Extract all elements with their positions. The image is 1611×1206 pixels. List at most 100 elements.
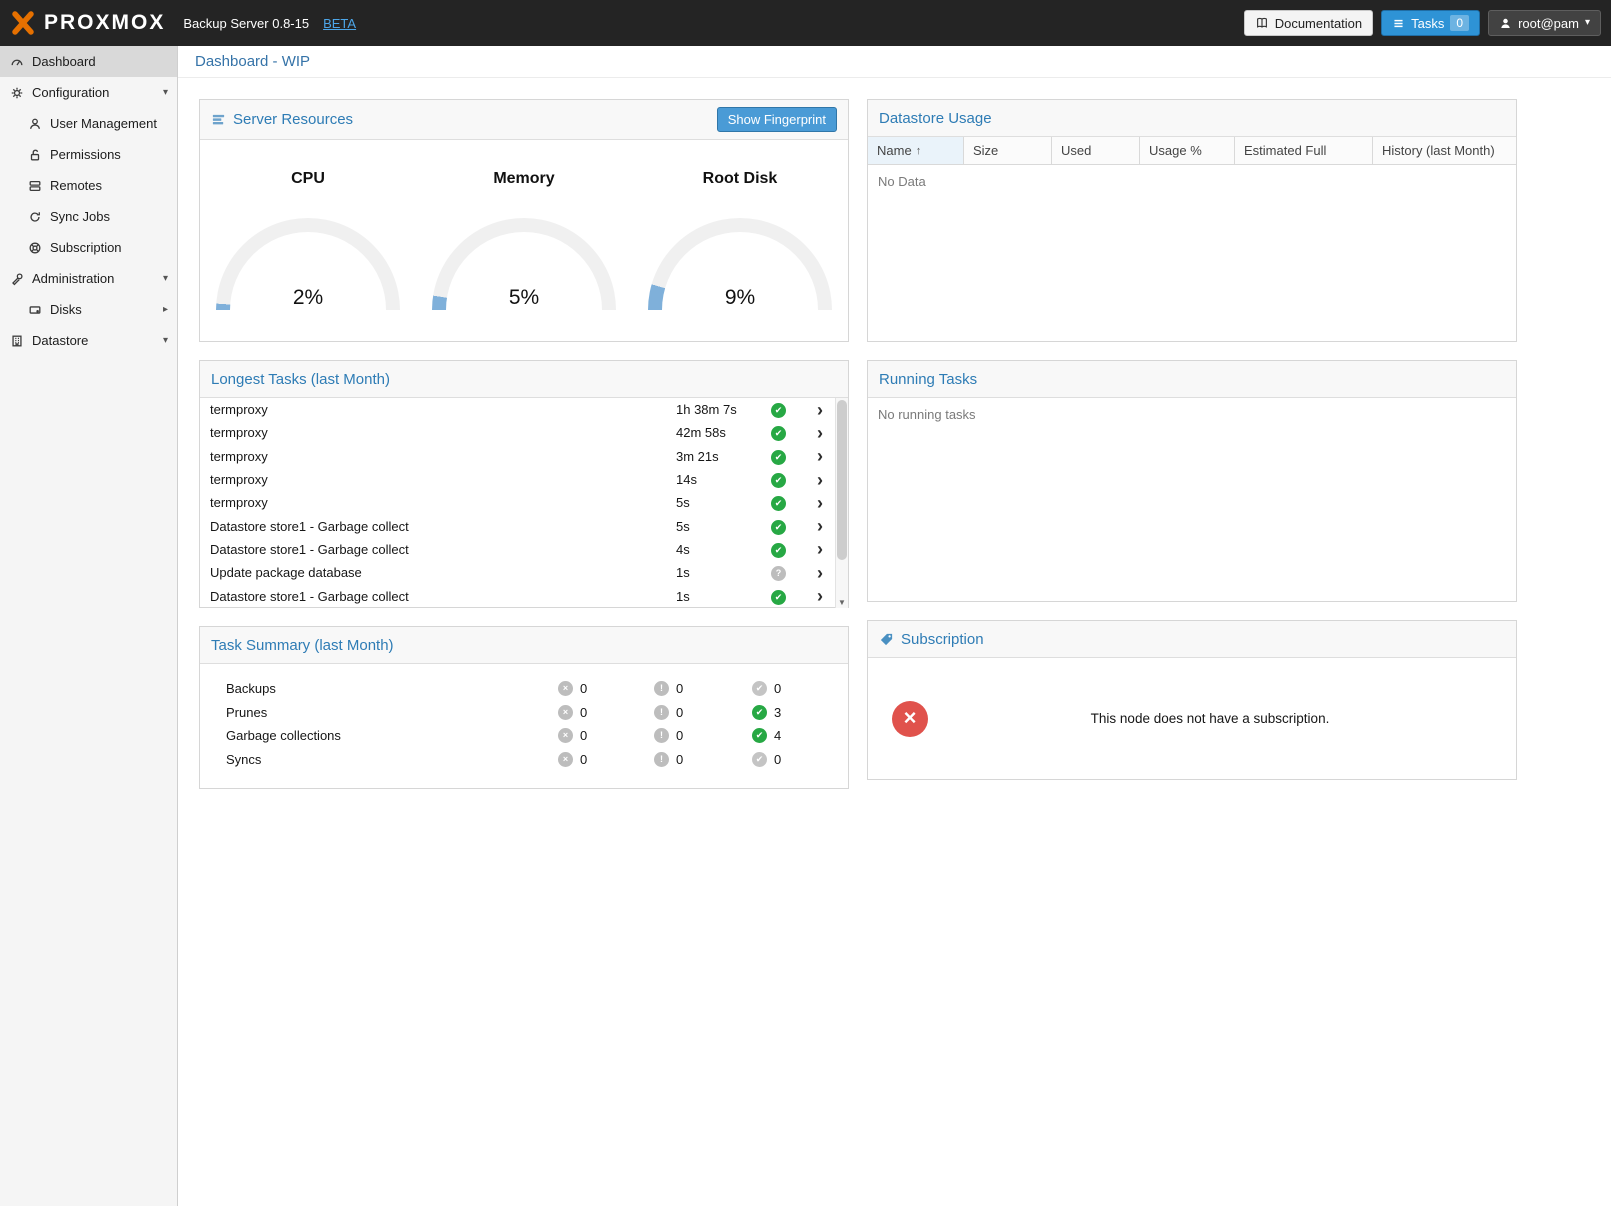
- chevron-right-icon[interactable]: ›: [811, 471, 829, 489]
- sidebar-item-remotes[interactable]: Remotes: [0, 170, 177, 201]
- datastore-usage-header: Datastore Usage: [868, 100, 1516, 137]
- task-summary-header: Task Summary (last Month): [200, 627, 848, 664]
- task-name: termproxy: [210, 402, 676, 417]
- beta-link[interactable]: BETA: [323, 16, 356, 31]
- unlock-icon: [27, 147, 42, 162]
- gauges-row: CPU 2% Memory 5: [200, 140, 848, 312]
- error-count: 0: [580, 752, 587, 767]
- column-header-used[interactable]: Used: [1052, 137, 1140, 164]
- chevron-right-icon[interactable]: ›: [811, 447, 829, 465]
- resource-bars-icon: [211, 112, 226, 127]
- cpu-gauge-box: CPU 2%: [208, 170, 408, 312]
- task-row[interactable]: Datastore store1 - Garbage collect 5s ✔ …: [200, 514, 835, 537]
- chevron-right-icon[interactable]: ›: [811, 424, 829, 442]
- sidebar-item-label: Subscription: [50, 240, 122, 255]
- sidebar-item-subscription[interactable]: Subscription: [0, 232, 177, 263]
- column-label: Size: [973, 143, 998, 158]
- task-row[interactable]: termproxy 42m 58s ✔ ›: [200, 421, 835, 444]
- chevron-right-icon[interactable]: ›: [811, 494, 829, 512]
- ok-count: 0: [774, 752, 781, 767]
- task-status-icon: ✔: [771, 403, 786, 418]
- ok-count: 0: [774, 681, 781, 696]
- life-ring-icon: [27, 240, 42, 255]
- task-row[interactable]: Datastore store1 - Garbage collect 4s ✔ …: [200, 538, 835, 561]
- cpu-gauge-label: CPU: [208, 170, 408, 188]
- column-header-name[interactable]: Name ↑: [868, 137, 964, 164]
- task-row[interactable]: termproxy 3m 21s ✔ ›: [200, 445, 835, 468]
- sidebar-item-disks[interactable]: Disks ▸: [0, 294, 177, 325]
- sidebar-item-user-management[interactable]: User Management: [0, 108, 177, 139]
- chevron-down-icon[interactable]: ▾: [163, 87, 168, 98]
- sidebar-item-permissions[interactable]: Permissions: [0, 139, 177, 170]
- chevron-down-icon[interactable]: ▾: [163, 273, 168, 284]
- task-row[interactable]: Datastore store1 - Garbage collect 1s ✔ …: [200, 584, 835, 607]
- chevron-right-icon[interactable]: ›: [811, 564, 829, 582]
- task-row[interactable]: termproxy 14s ✔ ›: [200, 468, 835, 491]
- task-duration: 1s: [676, 589, 771, 604]
- task-duration: 3m 21s: [676, 449, 771, 464]
- chevron-right-icon[interactable]: ▸: [163, 304, 168, 315]
- subscription-header: Subscription: [868, 621, 1516, 658]
- ok-icon: ✔: [752, 705, 767, 720]
- task-status-icon: ✔: [771, 426, 786, 441]
- memory-gauge-box: Memory 5%: [424, 170, 624, 312]
- datastore-usage-panel: Datastore Usage Name ↑ Size Used Usage %…: [867, 99, 1517, 342]
- task-name: Update package database: [210, 565, 676, 580]
- summary-label: Backups: [226, 681, 558, 696]
- datastore-usage-empty-text: No Data: [868, 165, 1516, 341]
- sidebar-item-label: User Management: [50, 116, 157, 131]
- warning-icon: !: [654, 681, 669, 696]
- column-header-estimated-full[interactable]: Estimated Full: [1235, 137, 1373, 164]
- task-name: termproxy: [210, 472, 676, 487]
- task-name: Datastore store1 - Garbage collect: [210, 589, 676, 604]
- column-header-usage-percent[interactable]: Usage %: [1140, 137, 1235, 164]
- chevron-right-icon[interactable]: ›: [811, 401, 829, 419]
- server-stack-icon: [27, 178, 42, 193]
- task-duration: 14s: [676, 472, 771, 487]
- column-label: Usage %: [1149, 143, 1202, 158]
- column-header-history[interactable]: History (last Month): [1373, 137, 1516, 164]
- rootdisk-gauge-box: Root Disk 9%: [640, 170, 840, 312]
- warning-count: 0: [676, 681, 683, 696]
- vertical-scrollbar[interactable]: ▼: [835, 398, 848, 608]
- documentation-button[interactable]: Documentation: [1244, 10, 1373, 36]
- column-label: Used: [1061, 143, 1091, 158]
- task-duration: 1h 38m 7s: [676, 402, 771, 417]
- user-menu-button[interactable]: root@pam ▾: [1488, 10, 1601, 36]
- task-row[interactable]: termproxy 1h 38m 7s ✔ ›: [200, 398, 835, 421]
- brand-text: PROXMOX: [44, 11, 165, 35]
- show-fingerprint-button[interactable]: Show Fingerprint: [717, 107, 837, 132]
- chevron-right-icon[interactable]: ›: [811, 517, 829, 535]
- tasks-count-badge: 0: [1450, 15, 1469, 31]
- task-row[interactable]: termproxy 5s ✔ ›: [200, 491, 835, 514]
- column-label: Estimated Full: [1244, 143, 1326, 158]
- task-row[interactable]: Update package database 1s ? ›: [200, 561, 835, 584]
- chevron-right-icon[interactable]: ›: [811, 587, 829, 605]
- sidebar-item-configuration[interactable]: Configuration ▾: [0, 77, 177, 108]
- task-summary-title: Task Summary (last Month): [211, 637, 394, 654]
- summary-label: Syncs: [226, 752, 558, 767]
- column-header-size[interactable]: Size: [964, 137, 1052, 164]
- subscription-panel: Subscription × This node does not have a…: [867, 620, 1517, 780]
- ok-icon: ✔: [752, 681, 767, 696]
- task-status-icon: ✔: [771, 473, 786, 488]
- tasks-button[interactable]: Tasks 0: [1381, 10, 1480, 36]
- page-title: Dashboard - WIP: [178, 46, 1611, 78]
- cpu-gauge: 2%: [216, 218, 400, 312]
- chevron-down-icon[interactable]: ▾: [163, 335, 168, 346]
- sidebar-item-datastore[interactable]: Datastore ▾: [0, 325, 177, 356]
- scrollbar-thumb[interactable]: [837, 400, 847, 560]
- ok-icon: ✔: [752, 752, 767, 767]
- error-icon: ×: [558, 705, 573, 720]
- cpu-gauge-value: 2%: [216, 286, 400, 310]
- task-status-icon: ✔: [771, 450, 786, 465]
- building-icon: [9, 333, 24, 348]
- wrench-icon: [9, 271, 24, 286]
- chevron-down-icon: ▾: [1585, 18, 1590, 28]
- sidebar-item-dashboard[interactable]: Dashboard: [0, 46, 177, 77]
- sidebar-item-administration[interactable]: Administration ▾: [0, 263, 177, 294]
- column-label: Name: [877, 143, 912, 158]
- chevron-right-icon[interactable]: ›: [811, 540, 829, 558]
- sidebar-item-sync-jobs[interactable]: Sync Jobs: [0, 201, 177, 232]
- scroll-down-arrow-icon[interactable]: ▼: [836, 598, 848, 607]
